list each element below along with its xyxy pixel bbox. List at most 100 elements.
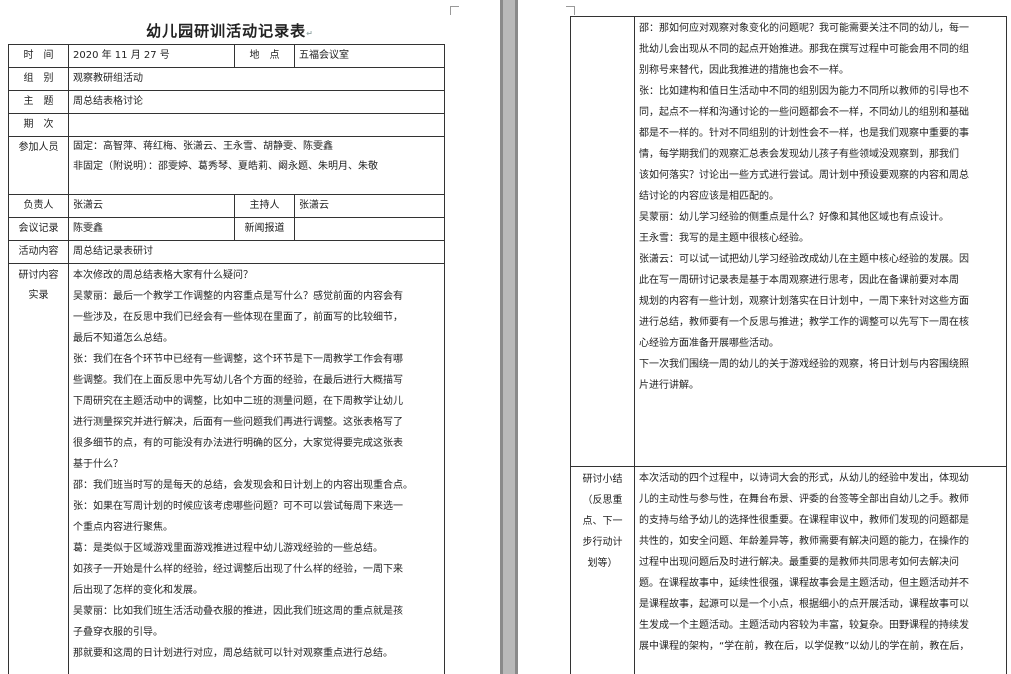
table-row: 时 间 2020 年 11 月 27 号 地 点 五福会议室 [8, 44, 445, 68]
table-row: 会议记录 陈雯鑫 新闻报道 [8, 217, 445, 241]
table-row: 主 题 周总结表格讨论 [8, 90, 445, 114]
text-line: 进行测量探究并进行解决，后面有一些问题我们再进行调整。这张表格写了 [73, 417, 403, 428]
text-line: 共性的，如安全问题、年龄差异等，教师需要有解决问题的能力，在操作的 [639, 536, 969, 547]
participants-fixed: 固定：高智萍、蒋红梅、张潇云、王永雪、胡静雯、陈雯鑫 [73, 141, 333, 152]
text-line [639, 396, 1002, 417]
text-line: 过程中出现问题后及时进行解决。最重要的是教师共同思考如何去解决问 [639, 557, 959, 568]
text-line: 结讨论的内容应该是相匹配的。 [639, 191, 779, 202]
text-line: 展中课程的架构，“学在前，教在后，以学促教”以幼儿的学在前，教在后， [639, 641, 970, 652]
text-line: 本次活动的四个过程中，以诗词大会的形式，从幼儿的经验中发出，体现幼 [639, 473, 969, 484]
text-line: 同，起点不一样和沟通讨论的一些问题都会不一样，不同幼儿的组别和基础 [639, 107, 969, 118]
form-title: 幼儿园研训活动记录表↵ [0, 20, 460, 41]
record-label-continued [570, 16, 635, 467]
host-value[interactable]: 张潇云 [294, 194, 445, 218]
table-row: 活动内容 周总结记录表研讨 [8, 240, 445, 264]
host-label: 主持人 [234, 194, 295, 218]
text-line: 儿的主动性与参与性，在舞台布景、评委的台签等全部出自幼儿之手。教师 [639, 494, 969, 505]
text-line: 吴蒙丽：比如我们班生活活动叠衣服的推进，因此我们班这周的重点就是孩 [73, 606, 403, 617]
time-label: 时 间 [8, 44, 69, 68]
text-line: 后出现了怎样的变化和发展。 [73, 585, 203, 596]
text-line: 张：比如建构和值日生活动中不同的组别因为能力不同所以教师的引导也不 [639, 86, 969, 97]
text-line: 子叠穿衣服的引导。 [73, 627, 163, 638]
place-value[interactable]: 五福会议室 [294, 44, 445, 68]
summary-label-lines: 研讨小结 （反思重 点、下一 步行动计 划等） [575, 469, 630, 574]
period-label: 期 次 [8, 113, 69, 137]
text-line: 个重点内容进行聚焦。 [73, 522, 173, 533]
record-left-lines: 本次修改的周总结表格大家有什么疑问？ 吴蒙丽：最后一个教学工作调整的内容重点是写什… [73, 265, 440, 664]
text-line: 一些涉及，在反思中我们已经会有一些体现在里面了，前面写的比较细节， [73, 312, 403, 323]
text-line: 那就要和这周的日计划进行对应，周总结就可以针对观察重点进行总结。 [73, 648, 393, 659]
time-value[interactable]: 2020 年 11 月 27 号 [68, 44, 235, 68]
record-table: 时 间 2020 年 11 月 27 号 地 点 五福会议室 组 别 观察教研组… [8, 44, 445, 674]
text-line: 都是不一样的。针对不同组别的计划性会不一样，也是我们观察中重要的事 [639, 128, 969, 139]
text-line: 邵：我们班当时写的是每天的总结，会发现会和日计划上的内容出现重合点。 [73, 480, 413, 491]
text-line: 最后不知道怎么总结。 [73, 333, 173, 344]
summary-content[interactable]: 本次活动的四个过程中，以诗词大会的形式，从幼儿的经验中发出，体现幼 儿的主动性与参… [634, 466, 1007, 674]
text-line: 葛：是类似于区域游戏里面游戏推进过程中幼儿游戏经验的一些总结。 [73, 543, 383, 554]
period-value[interactable] [68, 113, 445, 137]
text-line: 下一次我们围绕一周的幼儿的关于游戏经验的观察，将日计划与内容围绕照 [639, 359, 969, 370]
page-divider [500, 0, 518, 674]
text-line: （反思重 [582, 495, 623, 506]
content-value[interactable]: 周总结记录表研讨 [68, 240, 445, 264]
table-row: 组 别 观察教研组活动 [8, 67, 445, 91]
table-row: 期 次 [8, 113, 445, 137]
recorder-value[interactable]: 陈雯鑫 [68, 217, 235, 241]
news-label: 新闻报道 [234, 217, 295, 241]
document-page-1: 幼儿园研训活动记录表↵ 时 间 2020 年 11 月 27 号 地 点 五福会… [0, 0, 500, 674]
table-row: 研讨内容 实录 本次修改的周总结表格大家有什么疑问？ 吴蒙丽：最后一个教学工作调整… [8, 263, 445, 674]
text-line: 此在写一周研讨记录表是基于本周观察进行思考，因此在备课前要对本周 [639, 275, 959, 286]
record-content-continued[interactable]: 邵：那如何应对观察对象变化的问题呢？我可能需要关注不同的幼儿，每一 批幼儿会出现从… [634, 16, 1007, 467]
leader-value[interactable]: 张潇云 [68, 194, 235, 218]
crop-mark [566, 6, 575, 15]
text-line: 进行总结，教师要有一个反思与推进；教学工作的调整可以先写下一周在核 [639, 317, 969, 328]
topic-label: 主 题 [8, 90, 69, 114]
group-label: 组 别 [8, 67, 69, 91]
text-line: 如孩子一开始是什么样的经验，经过调整后出现了什么样的经验，一周下来 [73, 564, 403, 575]
text-line: 王永雪：我写的是主题中很核心经验。 [639, 233, 809, 244]
text-line: 别称号来替代，因此我推进的措施也会不一样。 [639, 65, 849, 76]
group-value[interactable]: 观察教研组活动 [68, 67, 445, 91]
record-content[interactable]: 本次修改的周总结表格大家有什么疑问？ 吴蒙丽：最后一个教学工作调整的内容重点是写什… [68, 263, 445, 674]
text-line: 些调整。我们在上面反思中先写幼儿各个方面的经验，在最后进行大概描写 [73, 375, 403, 386]
record-label: 研讨内容 实录 [8, 263, 69, 674]
record-table-continued: 邵：那如何应对观察对象变化的问题呢？我可能需要关注不同的幼儿，每一 批幼儿会出现从… [570, 16, 1007, 674]
text-line: 很多细节的点，有的可能没有办法进行明确的区分，大家觉得要完成这张表 [73, 438, 403, 449]
text-line: 题。在课程故事中，延续性很强，课程故事会是主题活动，但主题活动并不 [639, 578, 969, 589]
text-line: 基于什么？ [73, 459, 123, 470]
text-line: 该如何落实？讨论出一些方式进行尝试。周计划中预设要观察的内容和周总 [639, 170, 969, 181]
paragraph-mark-icon: ↵ [306, 29, 314, 38]
participants-value[interactable]: 固定：高智萍、蒋红梅、张潇云、王永雪、胡静雯、陈雯鑫 非固定（附说明）：邵雯婷、… [68, 136, 445, 195]
text-line [639, 417, 1002, 438]
text-line: 研讨小结 [582, 474, 623, 485]
text-line: 邵：那如何应对观察对象变化的问题呢？我可能需要关注不同的幼儿，每一 [639, 23, 969, 34]
form-title-text: 幼儿园研训活动记录表 [146, 22, 307, 40]
text-line: 情，每学期我们的观察汇总表会发现幼儿孩子有些领域没观察到，那我们 [639, 149, 959, 160]
table-row: 参加人员 固定：高智萍、蒋红梅、张潇云、王永雪、胡静雯、陈雯鑫 非固定（附说明）… [8, 136, 445, 195]
text-line: 张：如果在写周计划的时候应该考虑哪些问题？可不可以尝试每周下来选一 [73, 501, 403, 512]
text-line: 规划的内容有一些计划，观察计划落实在日计划中，一周下来针对这些方面 [639, 296, 969, 307]
document-page-2: 邵：那如何应对观察对象变化的问题呢？我可能需要关注不同的幼儿，每一 批幼儿会出现从… [518, 0, 1011, 674]
text-line: 本次修改的周总结表格大家有什么疑问？ [73, 270, 253, 281]
text-line: 步行动计 [582, 537, 623, 548]
record-right-lines: 邵：那如何应对观察对象变化的问题呢？我可能需要关注不同的幼儿，每一 批幼儿会出现从… [639, 18, 1002, 438]
text-line: 张：我们在各个环节中已经有一些调整，这个环节是下一周教学工作会有哪 [73, 354, 403, 365]
record-label-line: 研讨内容 [18, 270, 59, 281]
summary-lines: 本次活动的四个过程中，以诗词大会的形式，从幼儿的经验中发出，体现幼 儿的主动性与参… [639, 468, 1002, 657]
text-line: 生发成一个主题活动。主题活动内容较为丰富，较复杂。田野课程的持续发 [639, 620, 969, 631]
record-label-line: 实录 [28, 290, 49, 301]
text-line: 的支持与给予幼儿的选择性很重要。在课程审议中，教师们发现的问题都是 [639, 515, 969, 526]
place-label: 地 点 [234, 44, 295, 68]
summary-label: 研讨小结 （反思重 点、下一 步行动计 划等） [570, 466, 635, 674]
text-line: 是课程故事，起源可以是一个小点，根据细小的点开展活动，课程故事可以 [639, 599, 969, 610]
topic-value[interactable]: 周总结表格讨论 [68, 90, 445, 114]
participants-label: 参加人员 [8, 136, 69, 195]
text-line: 吴蒙丽：幼儿学习经验的侧重点是什么？好像和其他区域也有点设计。 [639, 212, 949, 223]
participants-other: 非固定（附说明）：邵雯婷、葛秀琴、夏皓莉、阚永题、朱明月、朱敬 [73, 161, 378, 172]
text-line: 批幼儿会出现从不同的起点开始推进。那我在撰写过程中可能会用不同的组 [639, 44, 969, 55]
text-line: 下周研究在主题活动中的调整，比如中二班的测量问题，在下周教学让幼儿 [73, 396, 403, 407]
news-value[interactable] [294, 217, 445, 241]
crop-mark [450, 6, 459, 15]
table-row: 邵：那如何应对观察对象变化的问题呢？我可能需要关注不同的幼儿，每一 批幼儿会出现从… [570, 16, 1007, 467]
text-line: 划等） [587, 558, 618, 569]
